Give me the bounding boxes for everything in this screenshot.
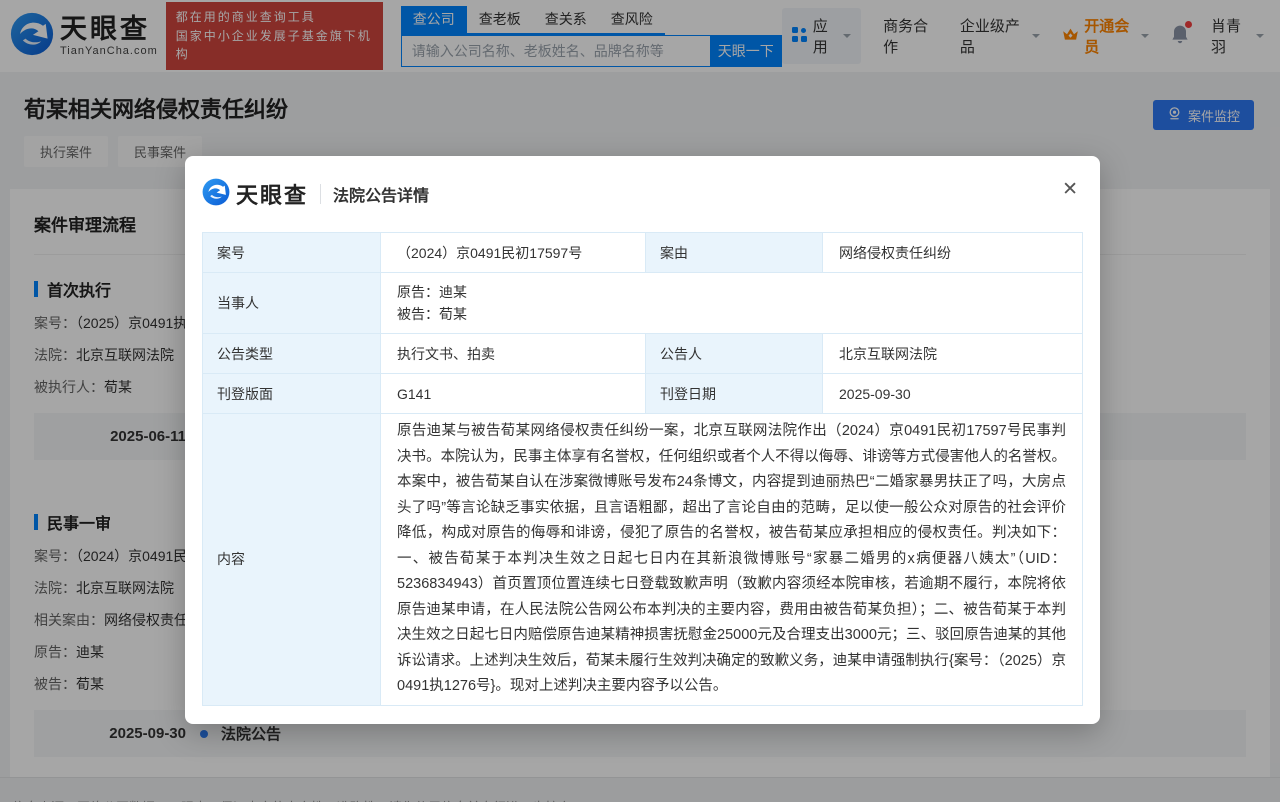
content-value: 原告迪某与被告荀某网络侵权责任纠纷一案，北京互联网法院作出（2024）京0491…	[381, 414, 1083, 706]
announcement-type-value: 执行文书、拍卖	[381, 334, 646, 374]
table-row: 当事人 原告：迪某 被告：荀某	[203, 273, 1083, 334]
announcement-type-label: 公告类型	[203, 334, 381, 374]
parties-label: 当事人	[203, 273, 381, 334]
publication-page-label: 刊登版面	[203, 374, 381, 414]
modal-header: 天眼查 法院公告详情 ✕	[185, 156, 1100, 232]
cause-value: 网络侵权责任纠纷	[823, 233, 1083, 273]
announcer-value: 北京互联网法院	[823, 334, 1083, 374]
tianyancha-logo-icon	[202, 178, 230, 211]
announcement-content-text: 原告迪某与被告荀某网络侵权责任纠纷一案，北京互联网法院作出（2024）京0491…	[397, 419, 1066, 700]
announcer-label: 公告人	[646, 334, 823, 374]
header-divider	[320, 184, 321, 204]
content-label: 内容	[203, 414, 381, 706]
modal-title: 法院公告详情	[333, 182, 429, 206]
brand-name: 天眼查	[236, 178, 308, 210]
case-number-label: 案号	[203, 233, 381, 273]
tianyancha-logo-small: 天眼查	[202, 178, 308, 211]
announcement-detail-table: 案号 （2024）京0491民初17597号 案由 网络侵权责任纠纷 当事人 原…	[202, 232, 1083, 706]
table-row: 内容 原告迪某与被告荀某网络侵权责任纠纷一案，北京互联网法院作出（2024）京0…	[203, 414, 1083, 706]
plaintiff-line: 原告：迪某	[397, 281, 1066, 303]
publication-page-value: G141	[381, 374, 646, 414]
court-announcement-modal: 天眼查 法院公告详情 ✕ 案号 （2024）京0491民初17597号 案由 网…	[185, 156, 1100, 724]
parties-value: 原告：迪某 被告：荀某	[381, 273, 1083, 334]
table-row: 刊登版面 G141 刊登日期 2025-09-30	[203, 374, 1083, 414]
publication-date-value: 2025-09-30	[823, 374, 1083, 414]
publication-date-label: 刊登日期	[646, 374, 823, 414]
announcement-detail-table-wrap: 案号 （2024）京0491民初17597号 案由 网络侵权责任纠纷 当事人 原…	[185, 232, 1100, 724]
defendant-line: 被告：荀某	[397, 303, 1066, 325]
table-row: 案号 （2024）京0491民初17597号 案由 网络侵权责任纠纷	[203, 233, 1083, 273]
cause-label: 案由	[646, 233, 823, 273]
table-row: 公告类型 执行文书、拍卖 公告人 北京互联网法院	[203, 334, 1083, 374]
close-icon[interactable]: ✕	[1062, 180, 1078, 199]
case-number-value: （2024）京0491民初17597号	[381, 233, 646, 273]
